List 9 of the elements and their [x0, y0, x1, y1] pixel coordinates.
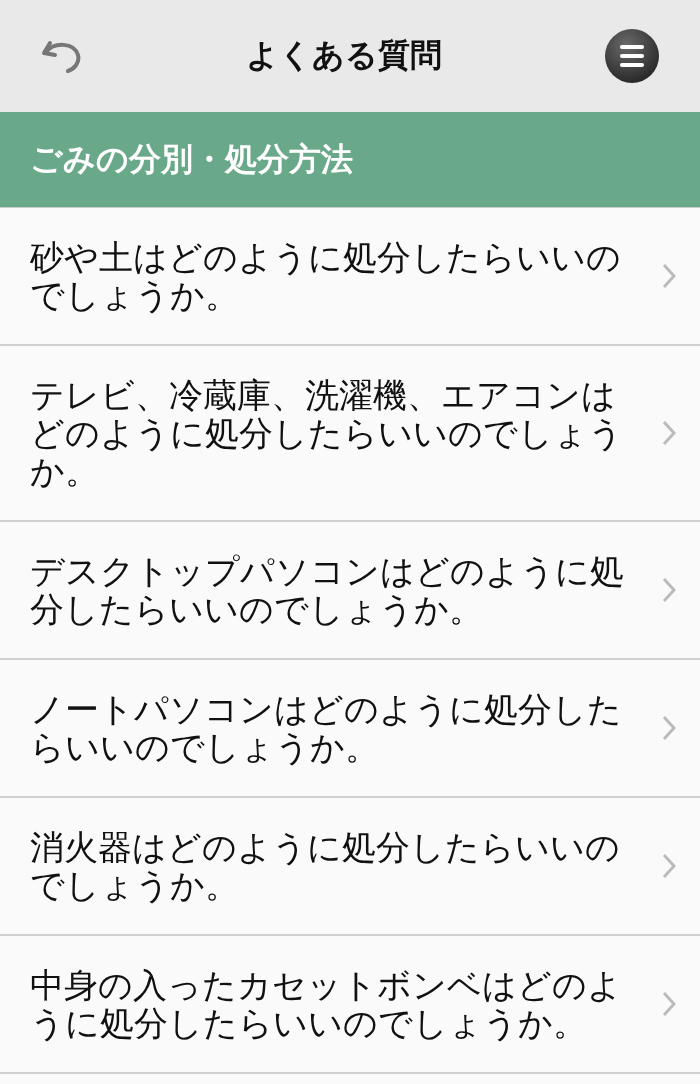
chevron-icon: [662, 853, 676, 879]
chevron-icon: [662, 263, 676, 289]
chevron-icon: [662, 715, 676, 741]
chevron-icon: [662, 577, 676, 603]
page-title: よくある質問: [246, 35, 442, 76]
chevron-icon: [662, 991, 676, 1017]
menu-icon[interactable]: [604, 28, 660, 84]
section-header: ごみの分別・処分方法: [0, 112, 700, 208]
chevron-icon: [662, 420, 676, 446]
